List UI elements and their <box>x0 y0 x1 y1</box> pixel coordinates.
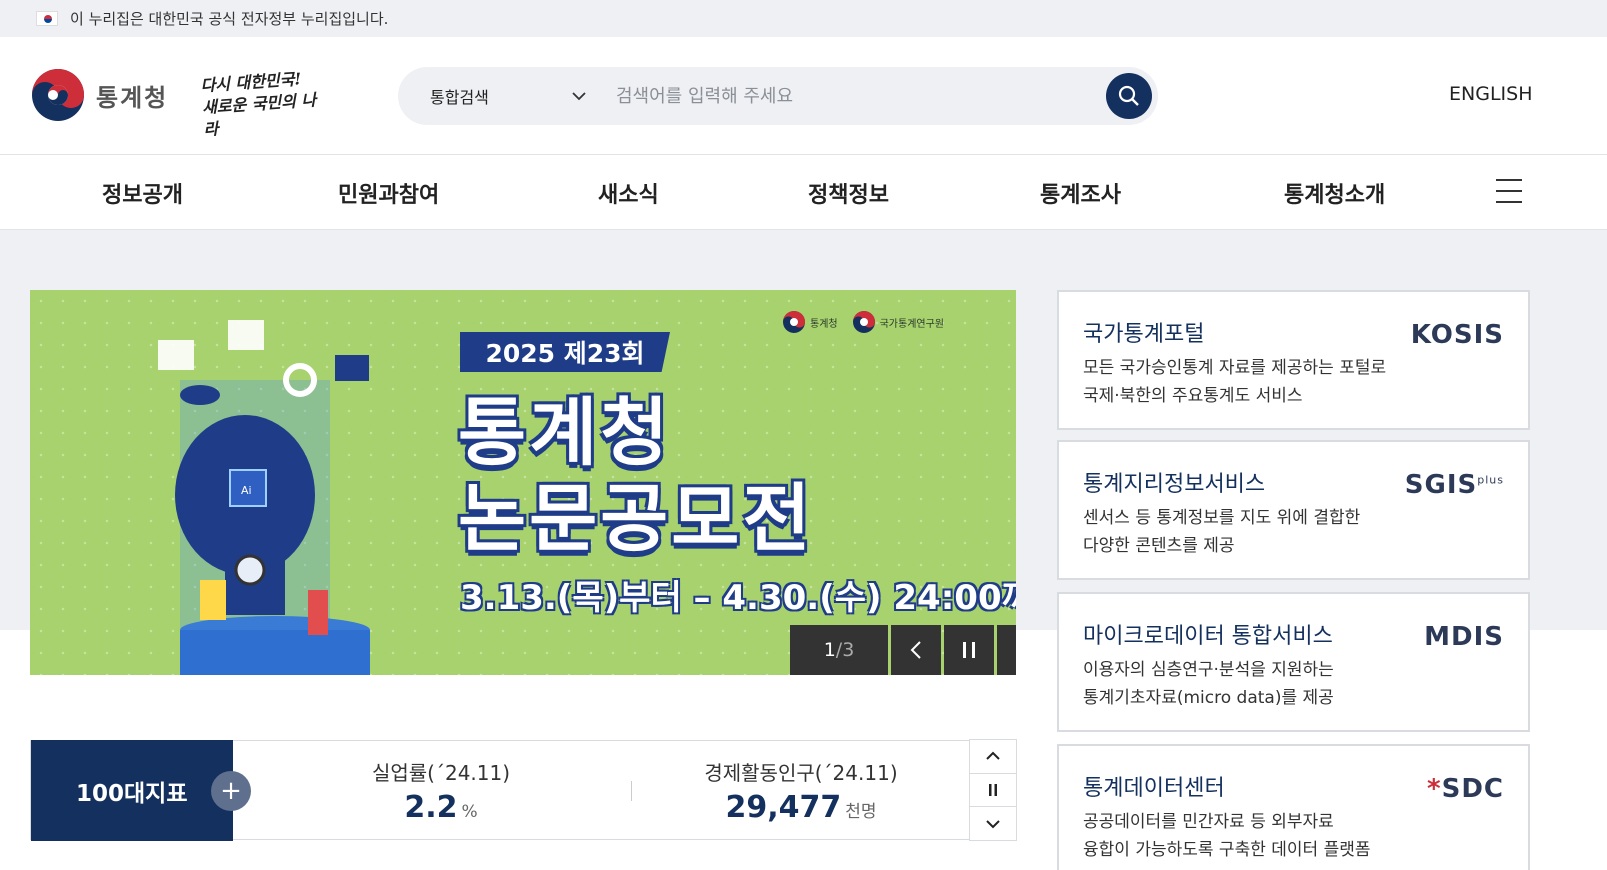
search-input[interactable] <box>598 67 1106 125</box>
banner-controls: 1/3 <box>790 625 1016 675</box>
service-card-kosis[interactable]: 국가통계포털 모든 국가승인통계 자료를 제공하는 포털로 국제·북한의 주요통… <box>1057 290 1530 430</box>
header: 통계청 다시 대한민국! 새로운 국민의 나라 통합검색 ENGLISH <box>0 37 1607 155</box>
search-scope-label: 통합검색 <box>430 88 489 107</box>
indicator-item[interactable]: 실업률(´24.11) 2.2% <box>331 757 551 825</box>
service-card-desc-line1: 공공데이터를 민간자료 등 외부자료 <box>1083 812 1334 832</box>
slide-counter: 1/3 <box>790 625 888 675</box>
indicator-label: 실업률(´24.11) <box>371 761 511 785</box>
logo-text: 통계청 <box>96 83 169 112</box>
service-card-desc: 공공데이터를 민간자료 등 외부자료 융합이 가능하도록 구축한 데이터 플랫폼 <box>1083 808 1423 864</box>
nav-item-news[interactable]: 새소식 <box>598 177 659 209</box>
service-card-desc: 센서스 등 통계정보를 지도 위에 결합한 다양한 콘텐츠를 제공 <box>1083 504 1423 560</box>
indicator-pause-button[interactable] <box>969 772 1017 808</box>
indicator-more-button[interactable]: + <box>211 771 251 811</box>
indicator-up-button[interactable] <box>969 739 1017 774</box>
service-card-desc-line2: 융합이 가능하도록 구축한 데이터 플랫폼 <box>1083 840 1371 860</box>
service-card-desc-line2: 통계기초자료(micro data)를 제공 <box>1083 688 1334 708</box>
kosis-logo: KOSIS <box>1410 320 1504 350</box>
service-card-desc: 모든 국가승인통계 자료를 제공하는 포털로 국제·북한의 주요통계도 서비스 <box>1083 354 1423 410</box>
service-card-mdis[interactable]: 마이크로데이터 통합서비스 이용자의 심층연구·분석을 지원하는 통계기초자료(… <box>1057 592 1530 732</box>
banner-logo2-text: 국가통계연구원 <box>879 318 945 330</box>
search-icon <box>1118 85 1139 106</box>
english-link[interactable]: ENGLISH <box>1449 83 1532 105</box>
korea-flag-icon <box>36 11 58 26</box>
service-card-desc: 이용자의 심층연구·분석을 지원하는 통계기초자료(micro data)를 제… <box>1083 656 1423 712</box>
sgis-logo: SGISplus <box>1405 470 1504 500</box>
indicator-unit: % <box>461 802 478 822</box>
main-nav: 정보공개 민원과참여 새소식 정책정보 통계조사 통계청소개 <box>0 155 1607 230</box>
indicator-label: 경제활동인구(´24.11) <box>704 761 898 785</box>
nav-item-stat-survey[interactable]: 통계조사 <box>1040 177 1121 209</box>
banner-dates: 3.13.(목)부터 – 4.30.(수) 24:00까지 <box>460 578 1016 618</box>
ai-chip-label: Ai <box>241 484 252 497</box>
pause-slide-button[interactable] <box>944 625 994 675</box>
indicator-title[interactable]: 100대지표 <box>31 740 233 841</box>
nav-item-civil-participation[interactable]: 민원과참여 <box>338 177 439 209</box>
banner-title-line1: 통계청 <box>458 390 672 476</box>
sgis-logo-sup: plus <box>1477 473 1504 487</box>
ai-head-illustration: Ai <box>158 320 370 675</box>
mdis-logo: MDIS <box>1424 622 1504 652</box>
hero-banner[interactable]: Ai 통계청 국가통계연구원 2025 제23회 통계청 논문공모전 3.13.… <box>30 290 1016 675</box>
gov-banner-text: 이 누리집은 대한민국 공식 전자정부 누리집입니다. <box>70 10 389 28</box>
indicator-value: 2.2 <box>404 790 458 825</box>
slide-total: /3 <box>835 639 855 661</box>
banner-tag: 2025 제23회 <box>460 332 670 372</box>
service-card-desc-line1: 센서스 등 통계정보를 지도 위에 결합한 <box>1083 508 1361 528</box>
banner-title-line2: 논문공모전 <box>458 476 814 562</box>
sdc-logo: *SDC <box>1427 774 1504 804</box>
banner-org-logos: 통계청 국가통계연구원 <box>782 310 944 334</box>
pause-icon <box>989 784 997 796</box>
indicator-item[interactable]: 경제활동인구(´24.11) 29,477 천명 <box>671 757 931 825</box>
logo[interactable]: 통계청 <box>30 67 168 123</box>
banner-logo1-text: 통계청 <box>810 318 838 330</box>
slogan: 다시 대한민국! 새로운 국민의 나라 <box>200 67 324 141</box>
sgis-logo-text: SGIS <box>1404 470 1478 500</box>
chevron-up-icon <box>986 751 1000 761</box>
gov-banner: 이 누리집은 대한민국 공식 전자정부 누리집입니다. <box>0 0 1607 37</box>
service-card-sdc[interactable]: 통계데이터센터 공공데이터를 민간자료 등 외부자료 융합이 가능하도록 구축한… <box>1057 744 1530 870</box>
indicator-divider <box>631 781 632 801</box>
pause-icon <box>963 642 975 658</box>
banner-title: 통계청 논문공모전 <box>458 390 813 562</box>
service-card-desc-line1: 이용자의 심층연구·분석을 지원하는 <box>1083 660 1334 680</box>
indicator-controls <box>969 739 1017 842</box>
hamburger-menu-icon[interactable] <box>1496 179 1522 203</box>
nav-item-policy-info[interactable]: 정책정보 <box>808 177 889 209</box>
indicator-bar: 100대지표 + 실업률(´24.11) 2.2% 경제활동인구(´24.11)… <box>30 739 1017 842</box>
next-slide-button[interactable] <box>997 625 1016 675</box>
prev-slide-button[interactable] <box>891 625 941 675</box>
chevron-left-icon <box>910 641 921 659</box>
chevron-down-icon <box>572 92 586 101</box>
taegeuk-logo-icon <box>32 69 84 121</box>
chevron-down-icon <box>986 819 1000 829</box>
indicator-down-button[interactable] <box>969 806 1017 842</box>
service-card-sgis[interactable]: 통계지리정보서비스 센서스 등 통계정보를 지도 위에 결합한 다양한 콘텐츠를… <box>1057 440 1530 580</box>
service-card-desc-line2: 국제·북한의 주요통계도 서비스 <box>1083 386 1303 406</box>
slogan-line2: 새로운 국민의 나라 <box>201 90 317 140</box>
indicator-value: 29,477 <box>725 790 842 825</box>
taegeuk-small-icon <box>783 311 805 333</box>
sdc-logo-mark: * <box>1427 774 1442 804</box>
search-box: 통합검색 <box>398 67 1158 125</box>
service-card-desc-line1: 모든 국가승인통계 자료를 제공하는 포털로 <box>1083 358 1387 378</box>
nav-item-info-disclosure[interactable]: 정보공개 <box>102 177 183 209</box>
sdc-logo-text: SDC <box>1441 774 1504 804</box>
search-scope-select[interactable]: 통합검색 <box>398 84 598 108</box>
service-card-desc-line2: 다양한 콘텐츠를 제공 <box>1083 536 1235 556</box>
slide-current: 1 <box>823 639 836 661</box>
nav-item-about[interactable]: 통계청소개 <box>1284 177 1385 209</box>
search-button[interactable] <box>1106 73 1152 119</box>
indicator-unit: 천명 <box>845 802 877 822</box>
taegeuk-small-icon <box>852 311 875 333</box>
